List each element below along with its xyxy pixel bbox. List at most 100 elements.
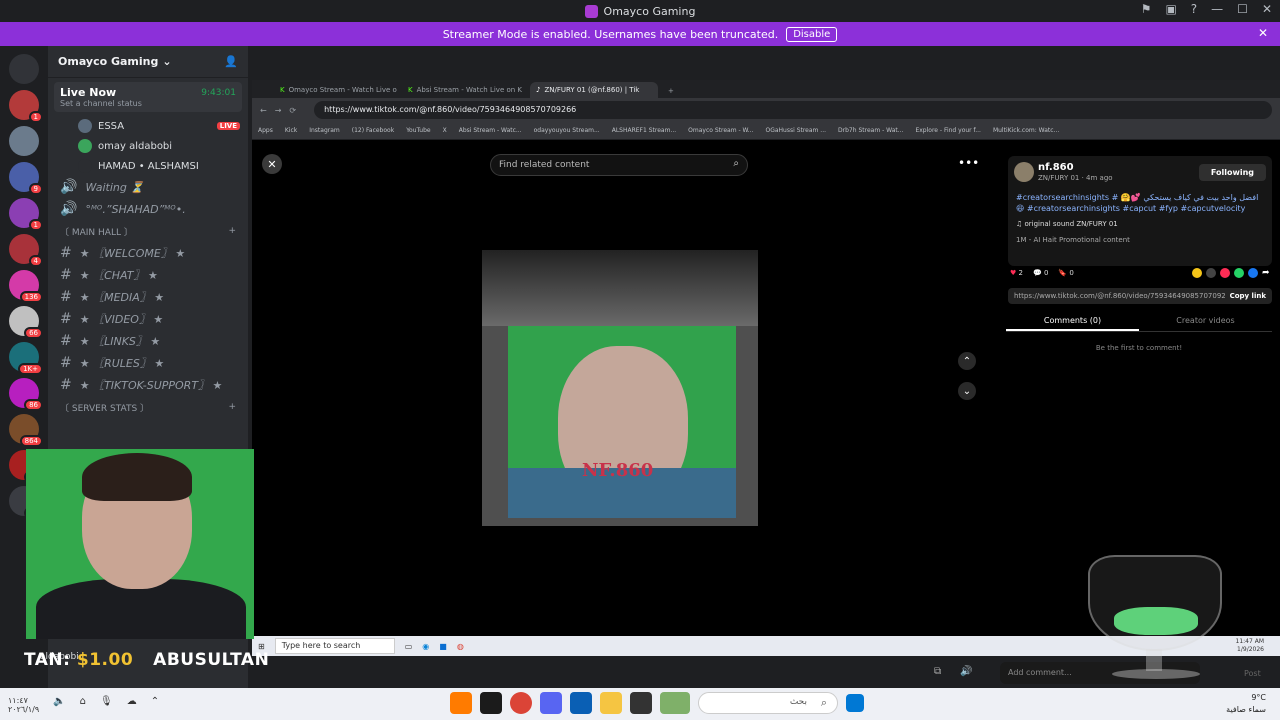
text-channel[interactable]: # ★ 〖MEDIA〗 ★: [48, 286, 248, 308]
start-icon[interactable]: [846, 694, 864, 712]
bookmark[interactable]: Drb7h Stream - Wat...: [838, 127, 903, 134]
new-tab-icon[interactable]: +: [658, 87, 684, 98]
speaker-icon[interactable]: 🔈: [53, 696, 65, 714]
vlc-icon[interactable]: [450, 692, 472, 714]
text-channel[interactable]: # ★ 〖WELCOME〗 ★: [48, 242, 248, 264]
share-icon[interactable]: [1220, 268, 1230, 278]
close-video-button[interactable]: ✕: [262, 154, 282, 174]
post-button[interactable]: Post: [1244, 669, 1261, 678]
following-button[interactable]: Following: [1198, 164, 1266, 181]
share-icon[interactable]: [1192, 268, 1202, 278]
server-icon[interactable]: 66: [9, 306, 43, 339]
add-member-icon[interactable]: 👤: [224, 55, 238, 68]
more-icon[interactable]: •••: [958, 156, 979, 170]
server-icon[interactable]: 864: [9, 414, 43, 447]
bookmark[interactable]: Absi Stream - Watc...: [459, 127, 522, 134]
maximize-icon[interactable]: ☐: [1237, 2, 1248, 16]
text-channel[interactable]: # ★ 〖LINKS〗 ★: [48, 330, 248, 352]
bookmark[interactable]: OGaHussi Stream ...: [766, 127, 827, 134]
video-player[interactable]: NF.860: [482, 250, 758, 526]
discord-home-icon[interactable]: [9, 54, 39, 84]
text-channel[interactable]: # ★ 〖TIKTOK-SUPPORT〗 ★: [48, 374, 248, 396]
voice-member[interactable]: omay aldabobi: [48, 136, 248, 156]
bookmark[interactable]: odayyouyou Stream...: [534, 127, 600, 134]
server-header[interactable]: Omayco Gaming ⌄ 👤: [48, 46, 248, 78]
sound-link[interactable]: ♫ original sound ZN/FURY 01: [1016, 220, 1118, 228]
disable-button[interactable]: Disable: [786, 26, 838, 42]
bookmark[interactable]: Instagram: [309, 127, 340, 134]
search-icon[interactable]: ⌕: [733, 158, 739, 169]
bookmark[interactable]: (12) Facebook: [352, 127, 394, 134]
taskbar-search[interactable]: بحث ⌕: [698, 692, 838, 714]
pip-icon[interactable]: ⧉: [934, 666, 941, 677]
cloud-icon[interactable]: ☁: [127, 696, 137, 714]
video-link[interactable]: https://www.tiktok.com/@nf.860/video/759…: [1014, 292, 1235, 300]
browser-tab-active[interactable]: ♪ ZN/FURY 01 (@nf.860) | Tik: [530, 82, 658, 98]
add-channel-icon[interactable]: +: [228, 226, 236, 236]
server-icon[interactable]: 136: [9, 270, 43, 303]
bookmark[interactable]: Apps: [258, 127, 273, 134]
minimize-icon[interactable]: —: [1211, 2, 1223, 16]
server-icon[interactable]: 1: [9, 198, 43, 231]
inbox-icon[interactable]: ⚑: [1141, 2, 1152, 16]
terminal-icon[interactable]: [630, 692, 652, 714]
comment-button[interactable]: 💬 0: [1033, 269, 1048, 277]
close-banner-icon[interactable]: ✕: [1258, 26, 1268, 40]
server-icon[interactable]: 1K+: [9, 342, 43, 375]
text-channel[interactable]: # ★ 〖RULES〗 ★: [48, 352, 248, 374]
weather-widget[interactable]: 9°C سماء صافية: [1226, 692, 1266, 716]
server-icon[interactable]: 1: [9, 90, 43, 123]
folder-icon[interactable]: [600, 692, 622, 714]
category-main-hall[interactable]: 〔 MAIN HALL 〕 +: [48, 220, 248, 242]
channel-status[interactable]: Set a channel status: [60, 99, 236, 108]
mic-icon[interactable]: 🎙: [100, 696, 113, 714]
add-channel-icon[interactable]: +: [228, 402, 236, 412]
text-channel[interactable]: # ★ 〖VIDEO〗 ★: [48, 308, 248, 330]
bookmark[interactable]: Explore - Find your f...: [915, 127, 981, 134]
browser-tab[interactable]: K Absi Stream - Watch Live on K: [402, 82, 530, 98]
screen-icon[interactable]: ▣: [1165, 2, 1176, 16]
bookmark[interactable]: YouTube: [406, 127, 430, 134]
server-icon[interactable]: 86: [9, 378, 43, 411]
facebook-icon[interactable]: [1248, 268, 1258, 278]
whatsapp-icon[interactable]: [1234, 268, 1244, 278]
bookmark[interactable]: Kick: [285, 127, 297, 134]
chrome-icon[interactable]: [510, 692, 532, 714]
bookmark[interactable]: Omayco Stream - W...: [688, 127, 753, 134]
bookmark[interactable]: ALSHAREF1 Stream...: [612, 127, 676, 134]
next-video-button[interactable]: ⌄: [958, 382, 976, 400]
forward-icon[interactable]: ➦: [1262, 268, 1272, 278]
voice-channel[interactable]: 🔊 °ᴹᴼ.”SHAHAD”ᴹᴼ•.: [48, 198, 248, 220]
browser-tab[interactable]: K Omayco Stream - Watch Live o: [274, 82, 402, 98]
app-icon[interactable]: [480, 692, 502, 714]
network-icon[interactable]: ⌂: [80, 696, 86, 714]
voice-member[interactable]: ESSA LIVE: [48, 116, 248, 136]
help-icon[interactable]: ?: [1191, 2, 1197, 16]
tab-creator-videos[interactable]: Creator videos: [1139, 314, 1272, 331]
chevron-up-icon[interactable]: ⌃: [151, 696, 159, 714]
copy-link-button[interactable]: Copy link: [1225, 292, 1266, 300]
category-server-stats[interactable]: 〔 SERVER STATS 〕 +: [48, 396, 248, 418]
save-button[interactable]: 🔖 0: [1058, 269, 1073, 277]
creator-avatar[interactable]: [1014, 162, 1034, 182]
tab-comments[interactable]: Comments (0): [1006, 314, 1139, 331]
tray-clock[interactable]: ١١:٤٧ ٢٠٢٦/١/٩: [8, 696, 39, 714]
creator-username[interactable]: nf.860: [1038, 162, 1074, 173]
search-input[interactable]: Find related content ⌕: [490, 154, 748, 176]
text-channel[interactable]: # ★ 〖CHAT〗 ★: [48, 264, 248, 286]
like-button[interactable]: ♥ 2: [1010, 269, 1023, 277]
widgets-icon[interactable]: [660, 692, 690, 714]
live-channel[interactable]: Live Now 9:43:01 Set a channel status: [54, 82, 242, 112]
discord-icon[interactable]: [540, 692, 562, 714]
server-icon[interactable]: 9: [9, 162, 43, 195]
url-field[interactable]: https://www.tiktok.com/@nf.860/video/759…: [314, 101, 1272, 119]
bookmark[interactable]: X: [443, 127, 447, 134]
bookmark[interactable]: MultiKick.com: Watc...: [993, 127, 1059, 134]
volume-icon[interactable]: 🔊: [960, 666, 972, 677]
server-icon[interactable]: [9, 126, 39, 156]
nav-buttons[interactable]: ←→⟳: [260, 106, 304, 115]
voice-member[interactable]: HAMAD • ALSHAMSI: [48, 156, 248, 176]
prev-video-button[interactable]: ⌃: [958, 352, 976, 370]
voice-channel[interactable]: 🔊 Waiting ⏳: [48, 176, 248, 198]
close-icon[interactable]: ✕: [1262, 2, 1272, 16]
